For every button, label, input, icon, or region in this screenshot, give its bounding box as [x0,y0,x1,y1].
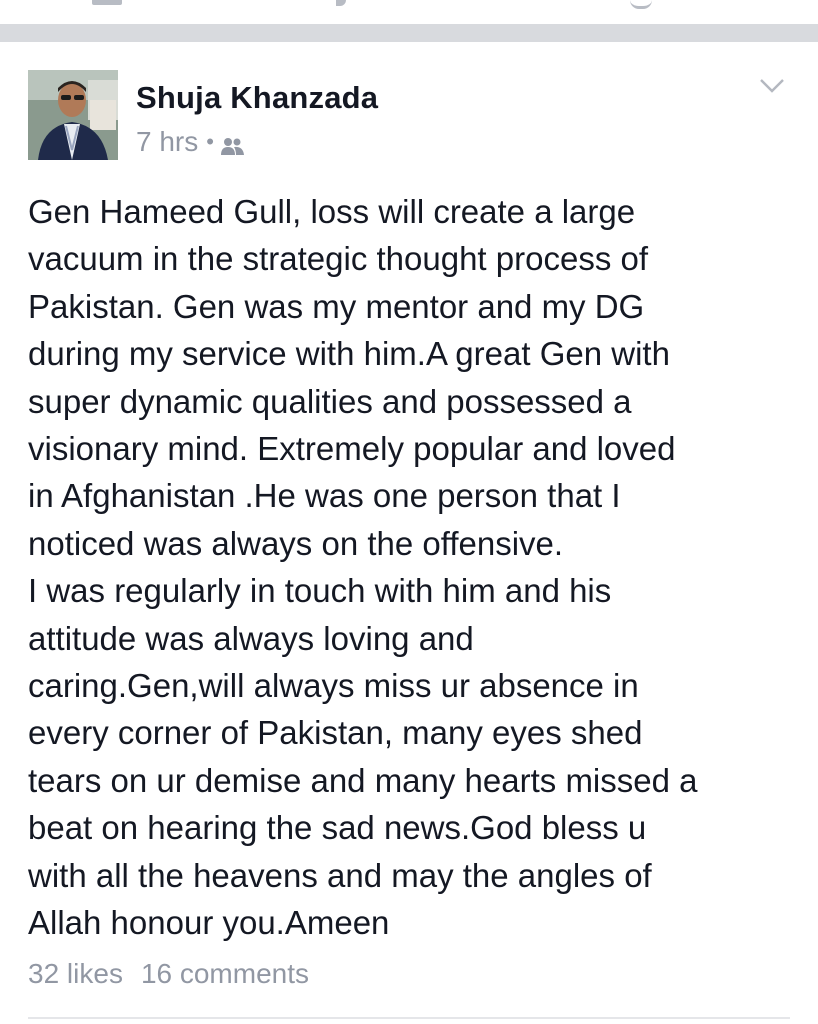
likes-count[interactable]: 32 likes [28,958,123,990]
meta-separator: • [206,129,214,154]
feed-separator [0,24,818,42]
comment-icon[interactable] [336,0,346,6]
comments-count[interactable]: 16 comments [141,958,309,990]
divider [28,1017,790,1019]
author-name[interactable]: Shuja Khanzada [136,80,378,116]
facebook-feed-page: Shuja Khanzada 7 hrs • Gen Hameed Gull, … [0,0,818,1024]
avatar[interactable] [28,70,118,160]
post-timestamp[interactable]: 7 hrs [136,126,198,158]
post-body-text: Gen Hameed Gull, loss will create a larg… [28,193,698,942]
profile-photo-icon [28,70,118,160]
previous-post-action-bar [0,0,818,24]
feed-post: Shuja Khanzada 7 hrs • Gen Hameed Gull, … [0,42,818,1024]
friends-icon [220,132,246,155]
like-icon[interactable] [92,0,122,5]
chevron-down-icon[interactable] [758,76,786,96]
post-stats: 32 likes 16 comments [28,958,309,990]
share-icon[interactable] [630,0,652,9]
post-meta: 7 hrs • [136,126,246,158]
